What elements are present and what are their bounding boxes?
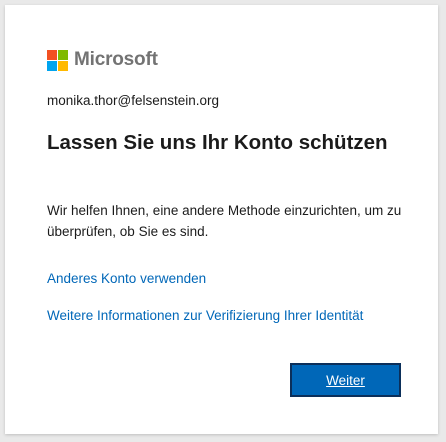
page-description: Wir helfen Ihnen, eine andere Methode ei… (47, 203, 402, 239)
logo-square-yellow (58, 60, 68, 71)
next-button[interactable]: Weiter (290, 363, 401, 397)
logo-square-blue (47, 60, 57, 71)
page-title: Lassen Sie uns Ihr Konto schützen (47, 131, 388, 154)
account-email: monika.thor@felsenstein.org (47, 93, 220, 108)
sign-in-card: Microsoft monika.thor@felsenstein.org La… (5, 5, 438, 434)
microsoft-logo: Microsoft (47, 49, 158, 71)
logo-square-green (58, 49, 68, 60)
brand-name: Microsoft (74, 49, 158, 70)
more-info-verification-link[interactable]: Weitere Informationen zur Verifizierung … (47, 305, 387, 326)
use-other-account-link[interactable]: Anderes Konto verwenden (47, 268, 387, 289)
microsoft-logo-icon (47, 49, 68, 71)
logo-square-red (47, 49, 57, 60)
